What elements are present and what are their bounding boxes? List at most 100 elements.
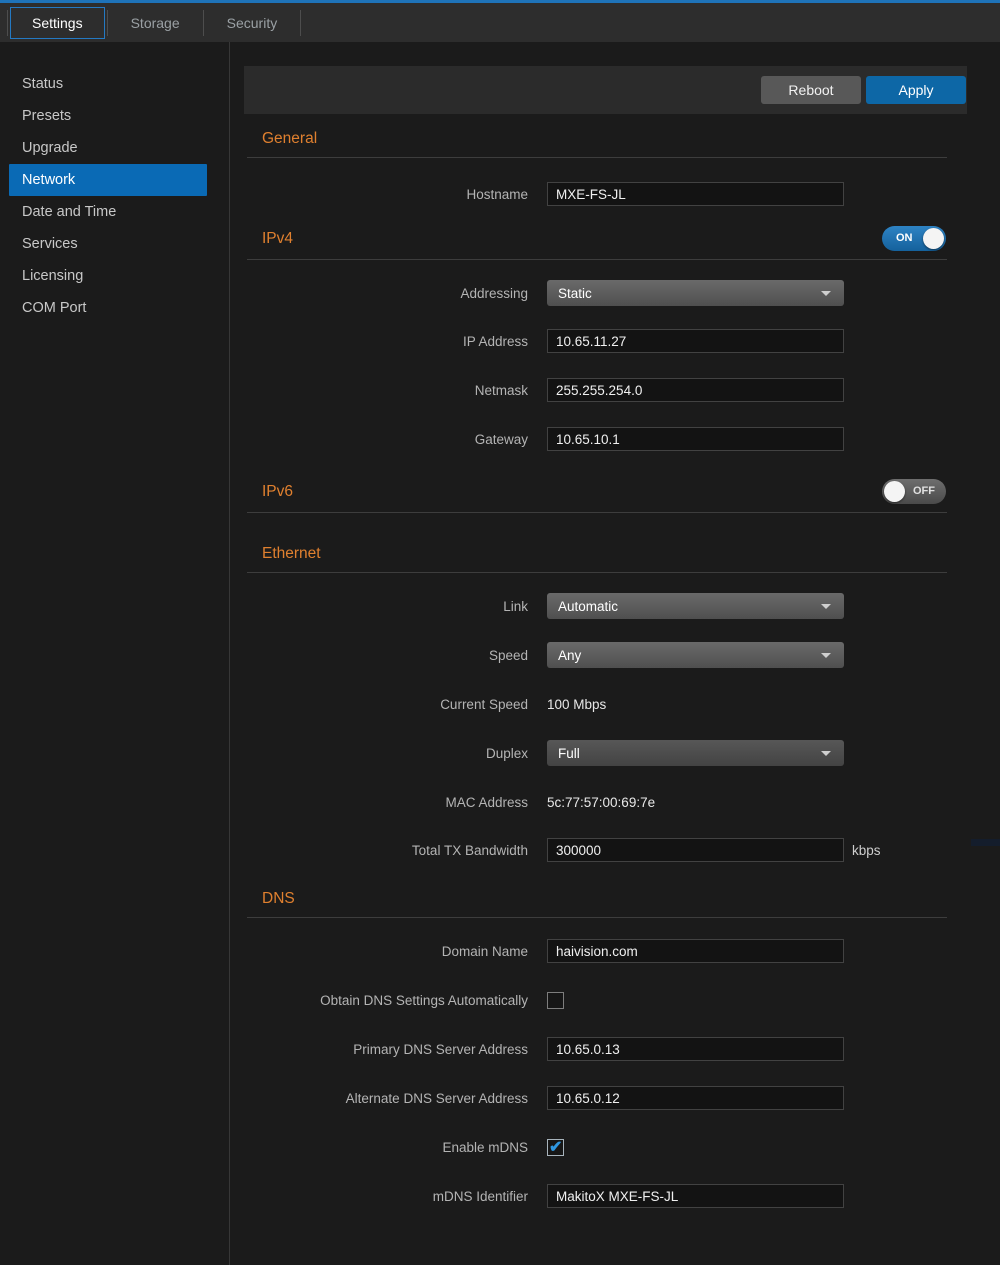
ipv6-section-header: IPv6 OFF — [244, 479, 967, 512]
duplex-dropdown[interactable]: Full — [547, 740, 844, 766]
ipv4-toggle-label: ON — [896, 232, 913, 244]
alternate-dns-label: Alternate DNS Server Address — [244, 1091, 528, 1106]
current-speed-row: Current Speed 100 Mbps — [244, 691, 968, 717]
domain-name-label: Domain Name — [244, 944, 528, 959]
enable-mdns-label: Enable mDNS — [244, 1140, 528, 1155]
obtain-dns-checkbox[interactable] — [547, 992, 564, 1009]
action-toolbar: Reboot Apply — [244, 66, 967, 114]
mac-address-label: MAC Address — [244, 795, 528, 810]
section-divider — [247, 572, 947, 573]
total-tx-bandwidth-input[interactable] — [547, 838, 844, 862]
gateway-label: Gateway — [244, 432, 528, 447]
speed-value: Any — [558, 648, 581, 663]
tab-security[interactable]: Security — [206, 8, 299, 38]
addressing-row: Addressing Static — [244, 280, 968, 306]
sidebar-item-network[interactable]: Network — [9, 164, 207, 196]
primary-dns-input[interactable] — [547, 1037, 844, 1061]
section-divider — [247, 917, 947, 918]
obtain-dns-row: Obtain DNS Settings Automatically — [244, 988, 968, 1012]
tab-separator — [7, 10, 8, 36]
total-tx-bandwidth-label: Total TX Bandwidth — [244, 843, 528, 858]
primary-dns-label: Primary DNS Server Address — [244, 1042, 528, 1057]
sidebar-item-licensing[interactable]: Licensing — [0, 260, 229, 292]
ipv6-toggle[interactable]: OFF — [882, 479, 946, 504]
addressing-value: Static — [558, 286, 592, 301]
speed-dropdown[interactable]: Any — [547, 642, 844, 668]
enable-mdns-row: Enable mDNS — [244, 1135, 968, 1159]
ethernet-section-title: Ethernet — [262, 545, 321, 563]
enable-mdns-checkbox[interactable] — [547, 1139, 564, 1156]
toggle-knob — [884, 481, 905, 502]
toggle-knob — [923, 228, 944, 249]
domain-name-row: Domain Name — [244, 939, 968, 963]
obtain-dns-label: Obtain DNS Settings Automatically — [244, 993, 528, 1008]
duplex-value: Full — [558, 746, 580, 761]
sidebar-item-presets[interactable]: Presets — [0, 100, 229, 132]
netmask-row: Netmask — [244, 378, 968, 402]
link-label: Link — [244, 599, 528, 614]
scrollbar-thumb[interactable] — [971, 839, 1000, 846]
apply-button[interactable]: Apply — [866, 76, 966, 104]
dns-section-header: DNS — [244, 890, 967, 917]
sidebar-item-services[interactable]: Services — [0, 228, 229, 260]
ip-address-row: IP Address — [244, 329, 968, 353]
alternate-dns-input[interactable] — [547, 1086, 844, 1110]
ipv4-section-title: IPv4 — [262, 230, 293, 248]
domain-name-input[interactable] — [547, 939, 844, 963]
section-divider — [247, 512, 947, 513]
ip-address-input[interactable] — [547, 329, 844, 353]
duplex-label: Duplex — [244, 746, 528, 761]
gateway-row: Gateway — [244, 427, 968, 451]
reboot-button[interactable]: Reboot — [761, 76, 861, 104]
tab-separator — [107, 10, 108, 36]
hostname-input[interactable] — [547, 182, 844, 206]
top-tab-bar: Settings Storage Security — [0, 0, 1000, 42]
mdns-identifier-label: mDNS Identifier — [244, 1189, 528, 1204]
netmask-label: Netmask — [244, 383, 528, 398]
hostname-label: Hostname — [244, 187, 528, 202]
sidebar-item-date-and-time[interactable]: Date and Time — [0, 196, 229, 228]
alternate-dns-row: Alternate DNS Server Address — [244, 1086, 968, 1110]
speed-row: Speed Any — [244, 642, 968, 668]
general-section-title: General — [262, 130, 317, 148]
tab-separator — [300, 10, 301, 36]
general-section-header: General — [244, 130, 967, 157]
duplex-row: Duplex Full — [244, 740, 968, 766]
speed-label: Speed — [244, 648, 528, 663]
mac-address-row: MAC Address 5c:77:57:00:69:7e — [244, 789, 968, 815]
link-value: Automatic — [558, 599, 618, 614]
bandwidth-unit-label: kbps — [852, 843, 881, 858]
ipv6-toggle-label: OFF — [913, 485, 935, 497]
link-dropdown[interactable]: Automatic — [547, 593, 844, 619]
mdns-identifier-row: mDNS Identifier — [244, 1184, 968, 1208]
total-tx-bandwidth-row: Total TX Bandwidth kbps — [244, 838, 968, 862]
addressing-label: Addressing — [244, 286, 528, 301]
mac-address-value: 5c:77:57:00:69:7e — [547, 795, 655, 810]
current-speed-value: 100 Mbps — [547, 697, 606, 712]
dns-section-title: DNS — [262, 890, 295, 908]
gateway-input[interactable] — [547, 427, 844, 451]
link-row: Link Automatic — [244, 593, 968, 619]
ip-address-label: IP Address — [244, 334, 528, 349]
network-settings-page: Reboot Apply General Hostname IPv4 ON Ad… — [230, 42, 1000, 1265]
main-layout: Status Presets Upgrade Network Date and … — [0, 42, 1000, 1265]
tab-settings[interactable]: Settings — [10, 7, 105, 39]
primary-dns-row: Primary DNS Server Address — [244, 1037, 968, 1061]
section-divider — [247, 259, 947, 260]
sidebar-item-upgrade[interactable]: Upgrade — [0, 132, 229, 164]
tab-storage[interactable]: Storage — [110, 8, 201, 38]
sidebar-item-status[interactable]: Status — [0, 68, 229, 100]
hostname-row: Hostname — [244, 182, 968, 206]
netmask-input[interactable] — [547, 378, 844, 402]
settings-sidebar: Status Presets Upgrade Network Date and … — [0, 42, 230, 1265]
ethernet-section-header: Ethernet — [244, 545, 967, 572]
ipv4-section-header: IPv4 ON — [244, 226, 967, 259]
current-speed-label: Current Speed — [244, 697, 528, 712]
section-divider — [247, 157, 947, 158]
sidebar-item-com-port[interactable]: COM Port — [0, 292, 229, 324]
ipv4-toggle[interactable]: ON — [882, 226, 946, 251]
addressing-dropdown[interactable]: Static — [547, 280, 844, 306]
ipv6-section-title: IPv6 — [262, 483, 293, 501]
mdns-identifier-input[interactable] — [547, 1184, 844, 1208]
tab-separator — [203, 10, 204, 36]
